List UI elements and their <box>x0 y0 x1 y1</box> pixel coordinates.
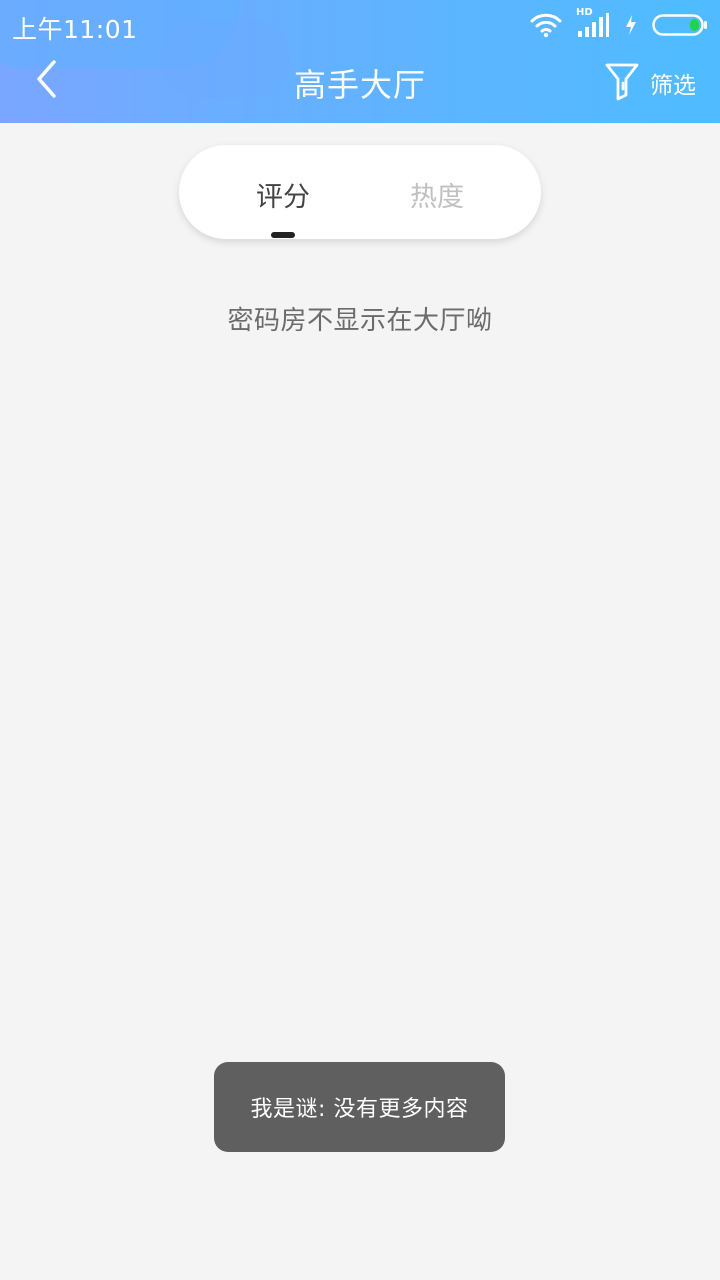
filter-label: 筛选 <box>650 73 696 99</box>
header: 上午11:01 HD 高手大厅 筛选 <box>0 0 720 123</box>
screen: 上午11:01 HD 高手大厅 筛选 评分 热度 密码房不显示在大厅呦 我是谜:… <box>0 0 720 1280</box>
tab-heat-label: 热度 <box>410 182 464 213</box>
empty-message: 密码房不显示在大厅呦 <box>227 306 493 336</box>
status-icons: HD <box>530 7 708 40</box>
tab-rating[interactable]: 评分 <box>203 145 363 239</box>
tab-heat[interactable]: 热度 <box>357 145 517 239</box>
charging-icon <box>624 14 638 36</box>
status-bar: 上午11:01 HD <box>0 0 720 50</box>
filter-icon <box>604 61 640 105</box>
wifi-icon <box>530 12 562 38</box>
toast: 我是谜: 没有更多内容 <box>214 1062 505 1152</box>
battery-icon <box>652 13 708 37</box>
active-tab-indicator <box>271 232 295 238</box>
title-bar: 高手大厅 筛选 <box>0 50 720 123</box>
filter-button[interactable]: 筛选 <box>604 58 696 108</box>
signal-icon: HD <box>576 7 610 39</box>
sort-tabs: 评分 热度 <box>179 145 541 239</box>
tab-rating-label: 评分 <box>256 182 310 213</box>
status-time: 上午11:01 <box>12 15 138 44</box>
toast-message: 我是谜: 没有更多内容 <box>250 1097 469 1122</box>
